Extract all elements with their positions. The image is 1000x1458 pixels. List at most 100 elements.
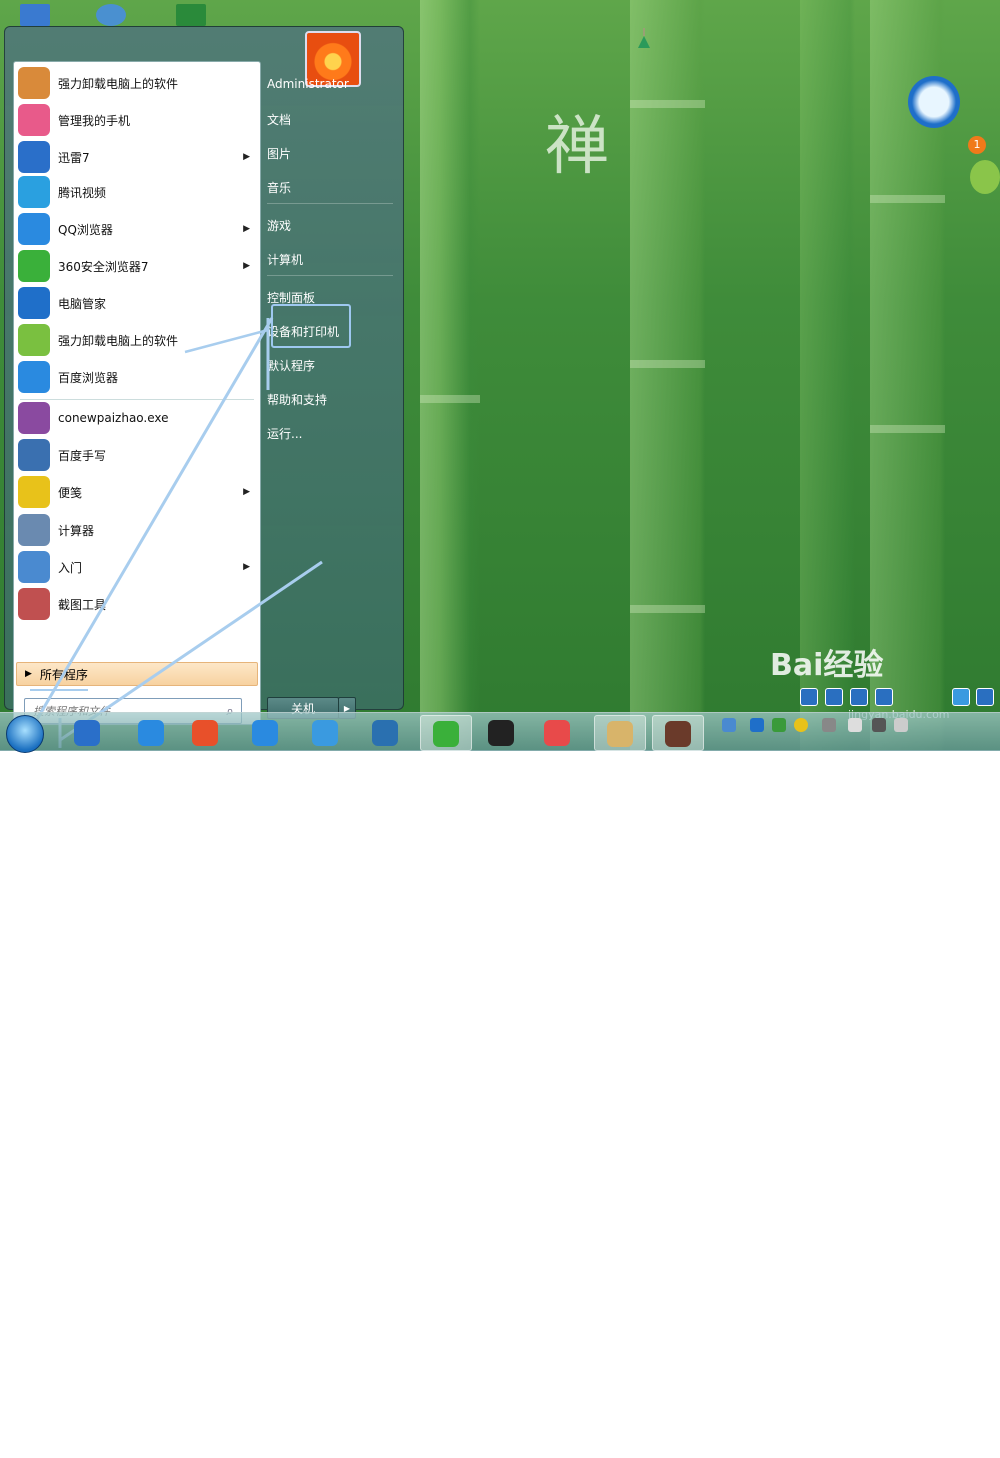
phone-manager-icon	[18, 104, 50, 136]
360-tray-icon[interactable]	[794, 718, 808, 732]
program-label: 便笺	[58, 485, 83, 500]
menu-pictures[interactable]: 图片	[267, 145, 291, 162]
program-item[interactable]: 电脑管家	[14, 285, 260, 321]
program-item[interactable]: conewpaizhao.exe	[14, 400, 260, 436]
menu-music[interactable]: 音乐	[267, 179, 291, 196]
submenu-arrow-icon: ▶	[243, 562, 250, 572]
thunder-desktop-icon[interactable]	[908, 76, 960, 128]
program-label: 百度浏览器	[58, 370, 119, 385]
toolbar-person-icon[interactable]	[976, 688, 994, 706]
program-label: conewpaizhao.exe	[58, 411, 169, 425]
toolbar-refresh-icon[interactable]	[850, 688, 868, 706]
notification-badge: 1	[968, 136, 986, 154]
menu-default-programs[interactable]: 默认程序	[267, 357, 315, 374]
taskbar-button[interactable]	[180, 715, 230, 749]
taskbar-button[interactable]	[240, 715, 290, 749]
program-item[interactable]: 管理我的手机	[14, 102, 260, 138]
v-app-icon	[138, 720, 164, 746]
program-item[interactable]: 百度浏览器	[14, 359, 260, 395]
network-status-tray-icon[interactable]	[822, 718, 836, 732]
taskbar-button[interactable]	[532, 715, 582, 749]
program-item[interactable]: 强力卸载电脑上的软件	[14, 322, 260, 358]
baidu-watermark: Bai经验	[770, 648, 884, 683]
program-label: 强力卸载电脑上的软件	[58, 333, 179, 348]
volume-tray-icon[interactable]	[848, 718, 862, 732]
program-list-separator	[20, 399, 254, 400]
taskbar-button[interactable]	[126, 715, 176, 749]
taskbar-button[interactable]	[420, 715, 472, 751]
toolbar-user-icon[interactable]	[800, 688, 818, 706]
toolbar-edit-icon[interactable]	[875, 688, 893, 706]
browser-desktop-icon[interactable]	[96, 4, 126, 26]
control-panel-highlight	[271, 304, 351, 348]
menu-computer[interactable]: 计算机	[267, 251, 303, 268]
submenu-arrow-icon: ▶	[243, 487, 250, 497]
computer-desktop-icon[interactable]	[20, 4, 50, 26]
taskbar-button[interactable]	[652, 715, 704, 751]
media-player-icon	[544, 720, 570, 746]
program-label: 入门	[58, 560, 83, 575]
program-label: 计算器	[58, 523, 95, 538]
pet-widget-icon[interactable]	[970, 160, 1000, 194]
tree-ornament-icon	[638, 28, 650, 48]
program-label: 强力卸载电脑上的软件	[58, 76, 179, 91]
baidu-browser-icon	[18, 361, 50, 393]
program-item[interactable]: 360安全浏览器7 ▶	[14, 248, 260, 284]
bamboo-node	[870, 195, 945, 203]
program-item[interactable]: 强力卸载电脑上的软件	[14, 65, 260, 101]
menu-games[interactable]: 游戏	[267, 217, 291, 234]
pinwheel-icon	[18, 324, 50, 356]
clock-date[interactable]: 2015/7/1	[924, 1445, 973, 1458]
taskbar-button[interactable]	[594, 715, 646, 751]
bamboo-node	[420, 395, 480, 403]
taskbar-button[interactable]	[476, 715, 526, 749]
program-list-pane: 强力卸载电脑上的软件 管理我的手机 迅雷7 ▶ 腾讯视频 QQ浏览器 ▶ 360安全浏览器7 ▶…	[13, 61, 261, 725]
app-desktop-icon[interactable]	[176, 4, 206, 26]
program-item[interactable]: 迅雷7 ▶	[14, 139, 260, 175]
right-separator	[267, 275, 393, 276]
thunder-bird-icon	[18, 141, 50, 173]
cloud-app-icon	[312, 720, 338, 746]
program-item[interactable]: 腾讯视频	[14, 174, 260, 210]
antivirus-tray-icon[interactable]	[772, 718, 786, 732]
program-item[interactable]: 入门 ▶	[14, 549, 260, 585]
submenu-arrow-icon: ▶	[243, 152, 250, 162]
uninstall-box-icon	[18, 67, 50, 99]
menu-documents[interactable]: 文档	[267, 111, 291, 128]
program-item[interactable]: QQ浏览器 ▶	[14, 211, 260, 247]
menu-run[interactable]: 运行...	[267, 425, 302, 442]
network-tray-icon[interactable]	[722, 718, 736, 732]
program-label: 截图工具	[58, 597, 107, 612]
taskbar-button[interactable]	[62, 715, 112, 749]
program-item[interactable]: 便笺 ▶	[14, 474, 260, 510]
qq-penguin-icon	[488, 720, 514, 746]
speaker-tray-icon[interactable]	[894, 718, 908, 732]
taskbar-button[interactable]	[300, 715, 350, 749]
program-item[interactable]: 截图工具	[14, 586, 260, 622]
toolbar-plus-icon[interactable]	[825, 688, 843, 706]
display-tray-icon[interactable]	[872, 718, 886, 732]
program-label: 迅雷7	[58, 150, 90, 165]
toolbar-smile-icon[interactable]	[952, 688, 970, 706]
wallpaper-zen-character: 禅	[545, 110, 609, 184]
tiles-app-icon	[192, 720, 218, 746]
all-programs-button[interactable]: ▶ 所有程序	[16, 662, 258, 686]
file-manager-icon	[607, 721, 633, 747]
start-menu: 强力卸载电脑上的软件 管理我的手机 迅雷7 ▶ 腾讯视频 QQ浏览器 ▶ 360安全浏览器7 ▶…	[4, 26, 404, 725]
handwriting-icon	[18, 439, 50, 471]
program-item[interactable]: 百度手写	[14, 437, 260, 473]
program-label: QQ浏览器	[58, 222, 113, 237]
menu-user-name[interactable]: Administrator	[267, 77, 349, 91]
submenu-arrow-icon: ▶	[243, 261, 250, 271]
security-shield-tray-icon[interactable]	[750, 718, 764, 732]
calculator-icon	[18, 514, 50, 546]
program-item[interactable]: 计算器	[14, 512, 260, 548]
clock-time[interactable]: 14:57	[932, 1428, 964, 1441]
program-label: 管理我的手机	[58, 113, 131, 128]
menu-help-support[interactable]: 帮助和支持	[267, 391, 327, 408]
tencent-video-icon	[18, 176, 50, 208]
start-button-windows-logo-icon[interactable]	[6, 715, 44, 753]
k-app-icon	[372, 720, 398, 746]
snipping-tool-icon	[18, 588, 50, 620]
taskbar-button[interactable]	[360, 715, 410, 749]
